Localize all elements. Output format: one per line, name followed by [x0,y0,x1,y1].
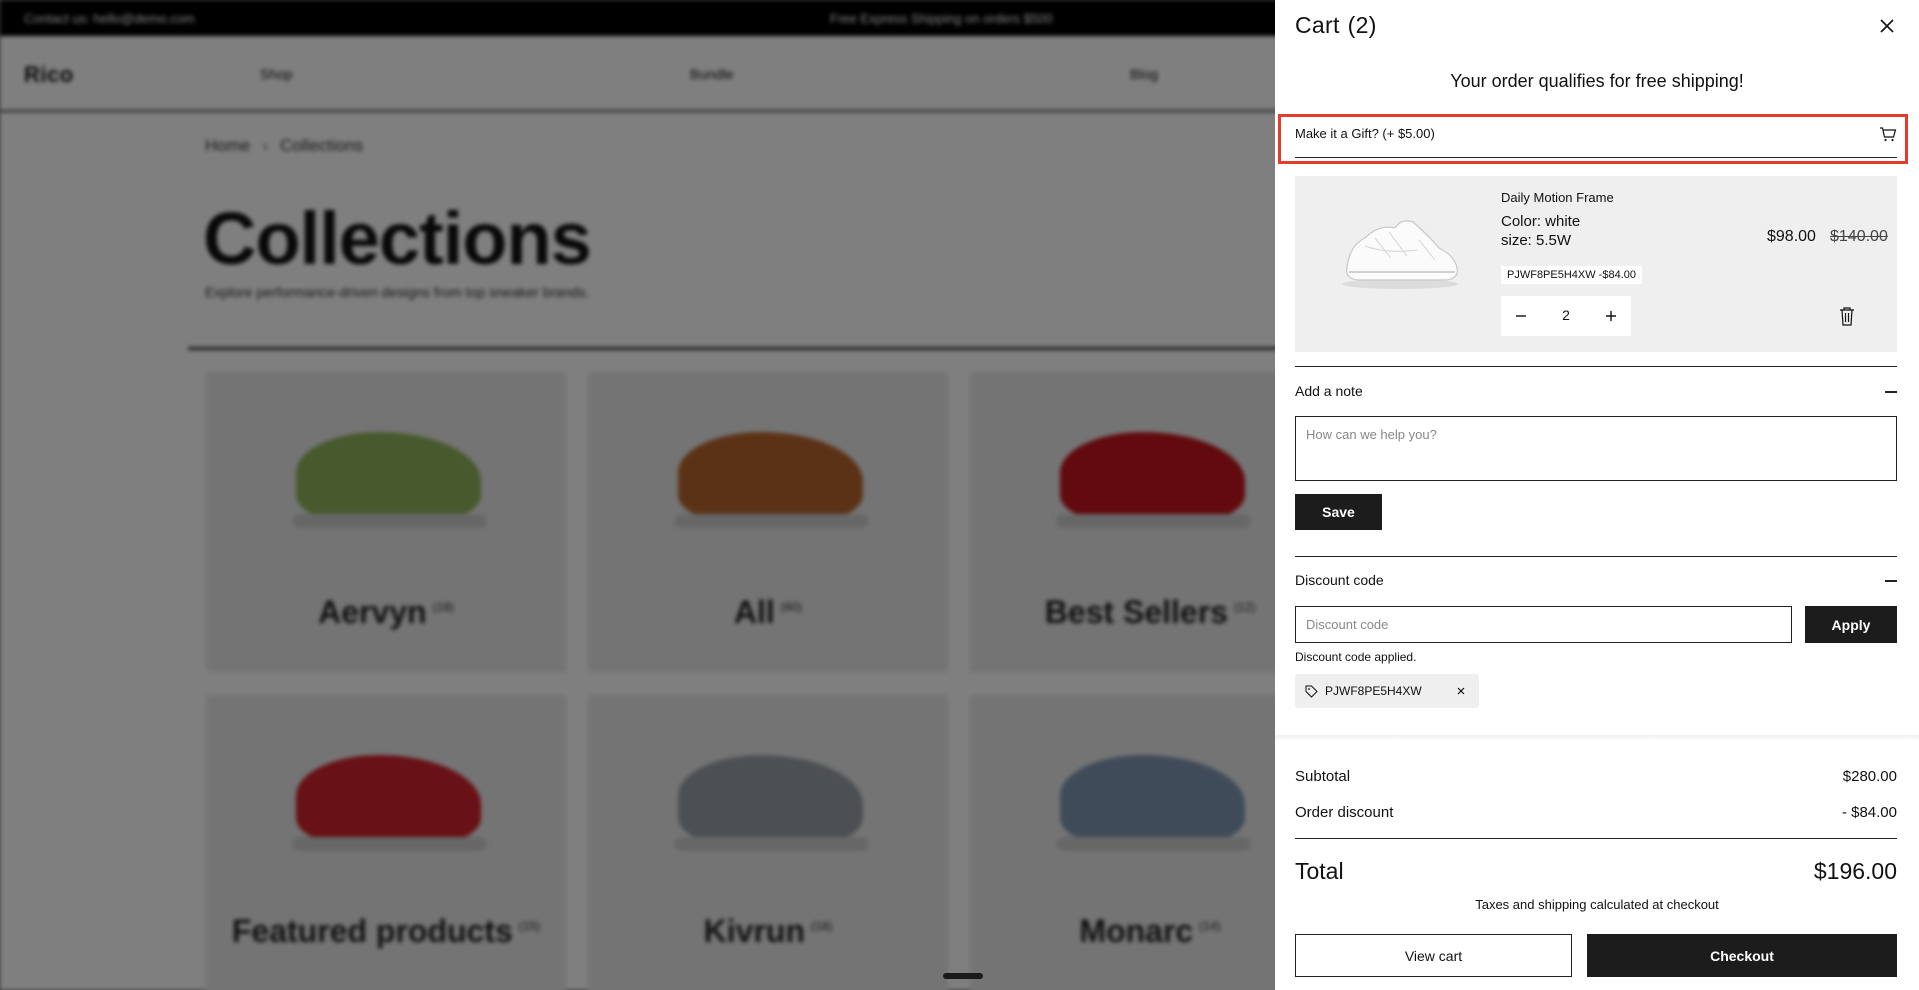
trash-icon[interactable] [1837,305,1857,327]
applied-code: PJWF8PE5H4XW [1325,684,1422,698]
product-color: Color: white [1501,213,1581,230]
cart-count: (2) [1347,12,1377,38]
original-price: $140.00 [1830,228,1888,245]
discount-code-label[interactable]: Discount code [1295,572,1384,588]
subtotal-value: $280.00 [1842,768,1897,785]
quantity-value[interactable]: 2 [1555,307,1577,323]
save-note-button[interactable]: Save [1295,494,1382,530]
tag-icon [1305,685,1318,698]
divider [1295,556,1897,557]
apply-discount-button[interactable]: Apply [1805,606,1897,643]
checkout-button[interactable]: Checkout [1587,934,1897,977]
free-shipping-message: Your order qualifies for free shipping! [1450,71,1744,91]
increase-quantity-icon[interactable] [1601,306,1621,326]
collapse-note-icon[interactable] [1885,391,1897,393]
add-to-cart-icon[interactable] [1879,125,1897,143]
total-label: Total [1295,858,1344,884]
view-cart-button[interactable]: View cart [1295,934,1572,977]
gift-option[interactable]: Make it a Gift? (+ $5.00) [1295,114,1897,158]
cart-drawer: Cart (2) Your order qualifies for free sh… [1275,0,1919,990]
order-discount-label: Order discount [1295,804,1394,821]
footer-shadow [1275,735,1919,741]
divider [1295,838,1897,839]
line-discount-tag: PJWF8PE5H4XW -$84.00 [1501,266,1642,284]
applied-code-chip: PJWF8PE5H4XW [1295,674,1479,708]
discount-applied-message: Discount code applied. [1295,650,1417,664]
order-discount-row: Order discount - $84.00 [1295,804,1897,821]
divider [1295,366,1897,367]
subtotal-row: Subtotal $280.00 [1295,768,1897,785]
product-image[interactable] [1335,206,1465,296]
sale-price: $98.00 [1767,228,1816,245]
cart-line-item: Daily Motion Frame Color: white size: 5.… [1295,176,1897,352]
product-name[interactable]: Daily Motion Frame [1501,190,1614,205]
product-size: size: 5.5W [1501,232,1572,249]
close-button[interactable] [1875,14,1899,38]
total-row: Total $196.00 [1295,858,1897,885]
scroll-handle[interactable] [943,973,983,979]
cart-title: Cart (2) [1295,12,1377,39]
collapse-discount-icon[interactable] [1885,580,1897,582]
quantity-stepper: 2 [1501,296,1631,336]
decrease-quantity-icon[interactable] [1511,306,1531,326]
order-discount-value: - $84.00 [1841,804,1897,821]
close-icon [1880,19,1894,33]
tax-note: Taxes and shipping calculated at checkou… [1475,897,1719,912]
note-textarea[interactable] [1295,416,1897,481]
subtotal-label: Subtotal [1295,768,1351,785]
add-note-label[interactable]: Add a note [1295,383,1363,399]
remove-code-icon[interactable] [1455,685,1467,697]
total-value: $196.00 [1813,858,1897,884]
cart-title-text: Cart [1295,12,1340,38]
discount-code-input[interactable] [1295,606,1792,643]
gift-label: Make it a Gift? (+ $5.00) [1295,126,1435,141]
